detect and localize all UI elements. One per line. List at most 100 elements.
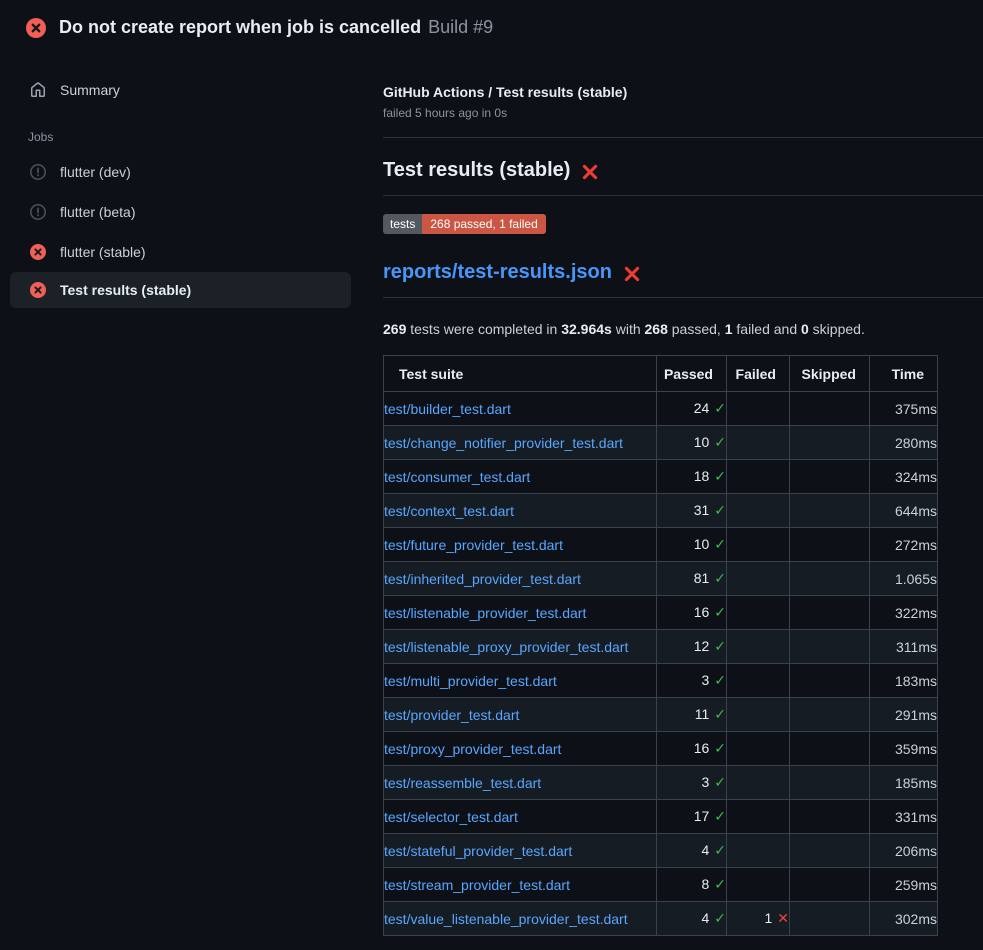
table-row: test/reassemble_test.dart3✓185ms (384, 766, 938, 800)
check-icon: ✓ (714, 842, 726, 858)
neutral-exclamation-circle-icon (30, 164, 46, 180)
time-cell: 644ms (870, 494, 938, 528)
time-cell: 291ms (870, 698, 938, 732)
count-value: 8 (701, 876, 709, 892)
test-suite-cell: test/stateful_provider_test.dart (384, 834, 657, 868)
col-header-passed: Passed (657, 356, 727, 392)
skipped-cell (790, 800, 870, 834)
failed-cell (727, 494, 790, 528)
header-divider (383, 137, 983, 138)
count-value: 3 (701, 672, 709, 688)
test-suite-link[interactable]: test/builder_test.dart (384, 401, 511, 417)
test-suite-link[interactable]: test/selector_test.dart (384, 809, 518, 825)
sidebar-job-item-3[interactable]: flutter (stable) (0, 232, 383, 272)
col-header-time: Time (870, 356, 938, 392)
failed-cell (727, 800, 790, 834)
time-cell: 280ms (870, 426, 938, 460)
failed-cell (727, 562, 790, 596)
test-suite-link[interactable]: test/value_listenable_provider_test.dart (384, 911, 628, 927)
sidebar-job-label: flutter (stable) (60, 244, 146, 260)
failed-cell (727, 460, 790, 494)
test-suite-link[interactable]: test/stateful_provider_test.dart (384, 843, 572, 859)
page-title: Do not create report when job is cancell… (59, 17, 493, 38)
skipped-cell (790, 596, 870, 630)
neutral-exclamation-circle-icon (30, 204, 46, 220)
test-suite-link[interactable]: test/inherited_provider_test.dart (384, 571, 581, 587)
passed-cell: 31✓ (657, 494, 727, 528)
table-row: test/listenable_proxy_provider_test.dart… (384, 630, 938, 664)
passed-cell: 12✓ (657, 630, 727, 664)
count-value: 10 (694, 434, 710, 450)
sidebar-item-summary[interactable]: Summary (0, 70, 383, 110)
check-icon: ✓ (714, 604, 726, 620)
test-suite-link[interactable]: test/listenable_proxy_provider_test.dart (384, 639, 628, 655)
test-suite-cell: test/value_listenable_provider_test.dart (384, 902, 657, 936)
test-suite-cell: test/change_notifier_provider_test.dart (384, 426, 657, 460)
tests-status-badge: tests 268 passed, 1 failed (383, 214, 546, 234)
failed-x-circle-icon (30, 282, 46, 298)
skipped-cell (790, 392, 870, 426)
test-suite-cell: test/context_test.dart (384, 494, 657, 528)
failed-cell (727, 426, 790, 460)
skipped-cell (790, 494, 870, 528)
time-cell: 183ms (870, 664, 938, 698)
test-suite-cell: test/provider_test.dart (384, 698, 657, 732)
table-row: test/selector_test.dart17✓331ms (384, 800, 938, 834)
passed-cell: 10✓ (657, 528, 727, 562)
count-value: 4 (701, 842, 709, 858)
section-heading: Test results (stable) (383, 159, 983, 196)
report-file-link[interactable]: reports/test-results.json (383, 261, 612, 284)
sidebar-job-label: flutter (beta) (60, 204, 135, 220)
check-icon: ✓ (714, 638, 726, 654)
count-value: 31 (694, 502, 710, 518)
test-suite-link[interactable]: test/provider_test.dart (384, 707, 519, 723)
test-suite-link[interactable]: test/reassemble_test.dart (384, 775, 541, 791)
test-suite-link[interactable]: test/change_notifier_provider_test.dart (384, 435, 623, 451)
count-value: 10 (694, 536, 710, 552)
check-icon: ✓ (714, 740, 726, 756)
test-suite-link[interactable]: test/context_test.dart (384, 503, 514, 519)
check-icon: ✓ (714, 570, 726, 586)
test-suite-link[interactable]: test/stream_provider_test.dart (384, 877, 570, 893)
sidebar-job-item-1[interactable]: flutter (dev) (0, 152, 383, 192)
test-results-table: Test suite Passed Failed Skipped Time te… (383, 355, 938, 936)
col-header-skipped: Skipped (790, 356, 870, 392)
check-icon: ✓ (714, 774, 726, 790)
test-suite-link[interactable]: test/future_provider_test.dart (384, 537, 563, 553)
check-icon: ✓ (714, 910, 726, 926)
home-icon (30, 82, 46, 98)
count-value: 16 (694, 740, 710, 756)
test-suite-link[interactable]: test/listenable_provider_test.dart (384, 605, 586, 621)
time-cell: 272ms (870, 528, 938, 562)
time-cell: 324ms (870, 460, 938, 494)
test-suite-cell: test/selector_test.dart (384, 800, 657, 834)
skipped-cell (790, 460, 870, 494)
count-value: 12 (694, 638, 710, 654)
test-suite-link[interactable]: test/multi_provider_test.dart (384, 673, 557, 689)
table-row: test/provider_test.dart11✓291ms (384, 698, 938, 732)
sidebar-job-item-4[interactable]: Test results (stable) (10, 272, 351, 308)
test-suite-cell: test/multi_provider_test.dart (384, 664, 657, 698)
red-x-icon (623, 265, 641, 283)
passed-cell: 4✓ (657, 902, 727, 936)
skipped-cell (790, 834, 870, 868)
time-cell: 331ms (870, 800, 938, 834)
failed-cell (727, 698, 790, 732)
count-value: 24 (694, 400, 710, 416)
sidebar-job-item-2[interactable]: flutter (beta) (0, 192, 383, 232)
failed-cell (727, 630, 790, 664)
tests-summary-line: 269 tests were completed in 32.964s with… (383, 321, 983, 337)
failed-cell (727, 766, 790, 800)
check-icon: ✓ (714, 502, 726, 518)
time-cell: 206ms (870, 834, 938, 868)
skipped-cell (790, 630, 870, 664)
test-suite-link[interactable]: test/consumer_test.dart (384, 469, 530, 485)
sidebar-job-label: flutter (dev) (60, 164, 131, 180)
check-icon: ✓ (714, 808, 726, 824)
failed-cell (727, 392, 790, 426)
test-suite-link[interactable]: test/proxy_provider_test.dart (384, 741, 561, 757)
test-table-body: test/builder_test.dart24✓375mstest/chang… (384, 392, 938, 936)
table-row: test/change_notifier_provider_test.dart 1… (384, 426, 938, 460)
table-row: test/multi_provider_test.dart3✓183ms (384, 664, 938, 698)
skipped-cell (790, 902, 870, 936)
